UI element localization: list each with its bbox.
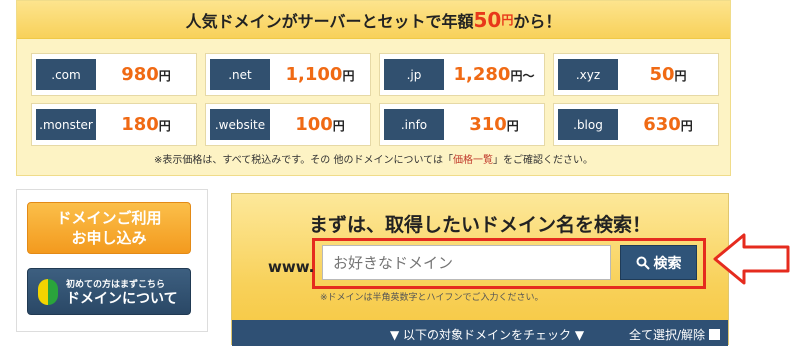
domain-apply-button[interactable]: ドメインご利用 お申し込み (27, 202, 191, 254)
price-item-com: .com 980円 (31, 53, 197, 96)
tld-badge: .com (36, 59, 96, 90)
tld-price-value: 310 (469, 114, 507, 135)
price-note-suffix: 」をご確認ください。 (492, 155, 593, 166)
banner-title-text: 人気ドメインがサーバーとセットで年額 (185, 11, 474, 31)
tld-price-unit: 円 (332, 119, 345, 133)
left-arrow-icon (713, 233, 790, 285)
banner-title-price: 50 (473, 7, 502, 32)
tld-price-unit: 円 (158, 69, 171, 83)
tld-price-value: 1,100 (285, 64, 343, 85)
search-icon (636, 256, 650, 270)
tld-price-value: 50 (649, 64, 675, 85)
tld-price: 980円 (96, 64, 196, 85)
select-all-checkbox[interactable] (709, 329, 720, 340)
price-note-text: ※表示価格は、すべて税込みです。その 他のドメインについては「 (154, 155, 453, 166)
tld-price: 1,280円～ (444, 64, 544, 85)
tld-price-value: 100 (295, 114, 333, 135)
domain-search-input[interactable] (322, 245, 611, 280)
about-sub-label: 初めての方はまずこちら (66, 279, 166, 290)
tld-price-value: 1,280 (453, 64, 511, 85)
input-hint: ※ドメインは半角英数字とハイフンでご入力ください。 (320, 293, 544, 303)
beginner-mark-icon (38, 278, 58, 305)
tld-price: 630円 (618, 114, 718, 135)
price-item-website: .website 100円 (205, 103, 371, 146)
select-all-label: 全て選択/解除 (628, 328, 705, 342)
tld-badge: .blog (558, 109, 618, 140)
tld-price: 100円 (270, 114, 370, 135)
tld-price-value: 630 (643, 114, 681, 135)
www-prefix: www. (268, 258, 315, 276)
tld-price-unit: 円～ (510, 69, 535, 83)
search-button-label: 検索 (653, 255, 682, 272)
tld-badge: .net (210, 59, 270, 90)
banner-title: 人気ドメインがサーバーとセットで年額 50 円から！ (17, 1, 730, 39)
tld-price-unit: 円 (342, 69, 355, 83)
tld-check-label: ▼ 以下の対象ドメインをチェック ▼ (390, 328, 585, 342)
domain-search-panel: まずは、取得したいドメイン名を検索！ www. 検索 ※ドメインは半角英数字とハ… (231, 193, 729, 346)
domain-menu-box: ドメインご利用 お申し込み 初めての方はまずこちら ドメインについて (16, 189, 208, 332)
tld-price: 310円 (444, 114, 544, 135)
apply-line-2: お申し込み (71, 229, 147, 247)
about-domain-button[interactable]: 初めての方はまずこちら ドメインについて (27, 268, 191, 315)
tld-badge: .info (384, 109, 444, 140)
price-item-jp: .jp 1,280円～ (379, 53, 545, 96)
price-grid: .com 980円 .net 1,100円 .jp 1,280円～ .xyz 5… (31, 53, 721, 146)
price-list-link[interactable]: 価格一覧 (453, 155, 493, 166)
tld-badge: .xyz (558, 59, 618, 90)
tld-check-bar: ▼ 以下の対象ドメインをチェック ▼ 全て選択/解除 (232, 320, 728, 346)
tld-price-unit: 円 (674, 69, 687, 83)
tld-badge: .monster (36, 109, 96, 140)
price-banner: 人気ドメインがサーバーとセットで年額 50 円から！ .com 980円 .net … (16, 0, 731, 176)
tld-price: 180円 (96, 114, 196, 135)
tld-price-unit: 円 (506, 119, 519, 133)
price-note: ※表示価格は、すべて税込みです。その 他のドメインについては「価格一覧」をご確認… (17, 151, 730, 166)
tld-badge: .website (210, 109, 270, 140)
tld-badge: .jp (384, 59, 444, 90)
price-item-net: .net 1,100円 (205, 53, 371, 96)
tld-price: 1,100円 (270, 64, 370, 85)
apply-line-1: ドメインご利用 (56, 209, 162, 227)
tld-price: 50円 (618, 64, 718, 85)
price-item-monster: .monster 180円 (31, 103, 197, 146)
banner-title-suffix: から！ (513, 11, 562, 31)
about-text: 初めての方はまずこちら ドメインについて (66, 278, 178, 306)
search-button[interactable]: 検索 (620, 245, 697, 280)
banner-title-unit: 円 (501, 13, 514, 27)
tld-price-unit: 円 (158, 119, 171, 133)
select-all-toggle[interactable]: 全て選択/解除 (629, 326, 720, 343)
tld-price-unit: 円 (680, 119, 693, 133)
tld-price-value: 980 (121, 64, 159, 85)
price-item-info: .info 310円 (379, 103, 545, 146)
price-item-xyz: .xyz 50円 (553, 53, 719, 96)
tld-price-value: 180 (121, 114, 159, 135)
price-item-blog: .blog 630円 (553, 103, 719, 146)
search-title: まずは、取得したいドメイン名を検索！ (308, 214, 651, 236)
about-main-label: ドメインについて (66, 290, 178, 307)
